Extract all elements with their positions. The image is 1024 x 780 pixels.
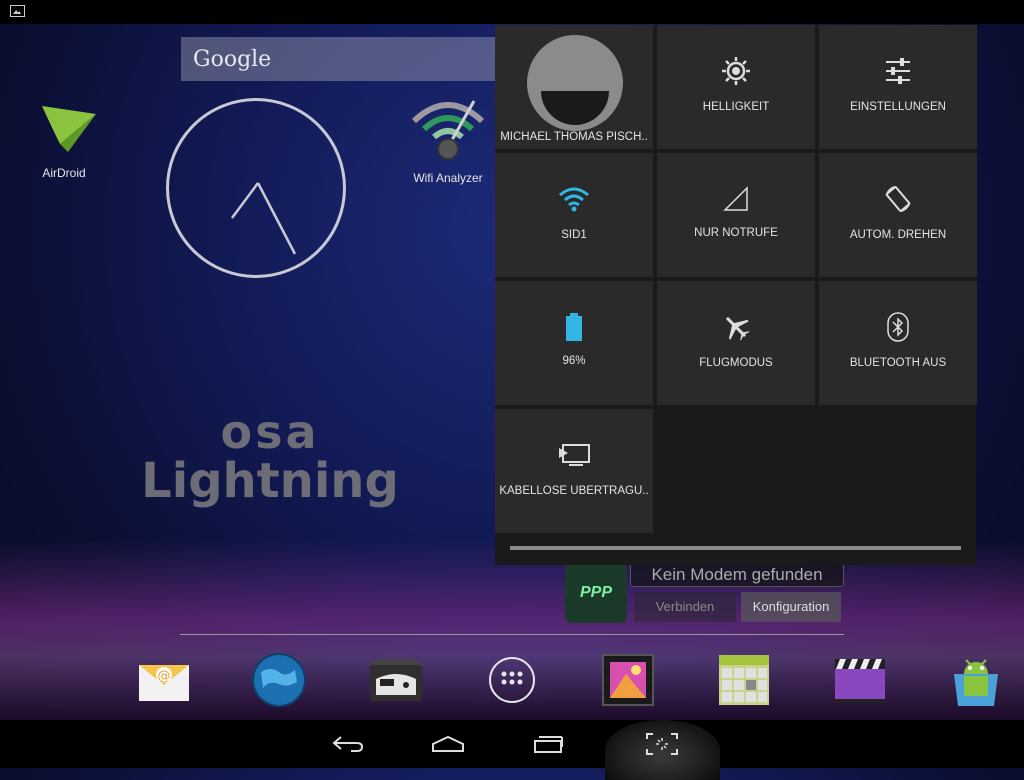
wallpaper-logo-line2: Lightning xyxy=(141,453,399,509)
cell-signal-icon xyxy=(723,186,748,211)
clapperboard-icon xyxy=(835,659,885,703)
bluetooth-off-icon xyxy=(887,312,909,342)
wallpaper-logo-line1: osa xyxy=(220,405,320,459)
screenshot-icon xyxy=(646,733,678,755)
back-arrow-icon xyxy=(332,736,364,752)
calendar-grid-icon xyxy=(719,655,769,705)
wifi-analyzer-icon xyxy=(411,100,485,160)
qs-bluetooth-label: BLUETOOTH AUS xyxy=(849,357,947,369)
android-bag-icon xyxy=(954,659,998,706)
qs-user-label: MICHAEL THOMAS PISCH.. xyxy=(500,131,648,143)
nav-screenshot-button[interactable] xyxy=(632,726,692,762)
navigation-bar xyxy=(0,720,1024,780)
qs-tile-settings[interactable]: EINSTELLUNGEN xyxy=(819,25,977,149)
qs-drag-handle[interactable] xyxy=(510,546,961,550)
dock-browser-app[interactable] xyxy=(251,652,307,708)
nav-recents-button[interactable] xyxy=(518,726,578,762)
pirate-android-icon xyxy=(370,659,422,701)
email-icon: @ xyxy=(139,665,189,701)
dock-gallery-app[interactable] xyxy=(600,652,656,708)
dock-video-app[interactable] xyxy=(832,652,888,708)
dock-app-drawer-button[interactable] xyxy=(484,652,540,708)
qs-tile-bluetooth[interactable]: BLUETOOTH AUS xyxy=(819,281,977,405)
qs-tile-battery[interactable]: 96% xyxy=(495,281,653,405)
wifi-analyzer-label: Wifi Analyzer xyxy=(413,171,483,185)
qs-tile-signal[interactable]: NUR NOTRUFE xyxy=(657,153,815,277)
airdroid-app[interactable]: AirDroid xyxy=(9,100,119,180)
image-notification-icon[interactable] xyxy=(10,5,25,17)
dock-email-app[interactable]: @ xyxy=(136,652,192,708)
nav-home-button[interactable] xyxy=(418,726,478,762)
globe-icon xyxy=(252,653,306,707)
clock-hands-icon xyxy=(230,182,297,255)
qs-tile-wifi[interactable]: SID1 xyxy=(495,153,653,277)
ppp-widget-icon[interactable]: PPP xyxy=(565,563,627,623)
home-icon xyxy=(432,735,464,752)
qs-tile-airplane[interactable]: FLUGMODUS xyxy=(657,281,815,405)
dock-divider xyxy=(180,634,844,635)
ppp-status-text: Kein Modem gefunden xyxy=(630,563,844,587)
wireless-display-icon xyxy=(559,444,590,466)
qs-cast-label: KABELLOSE ÜBERTRAGU.. xyxy=(499,485,649,497)
dock-android-market-app[interactable] xyxy=(948,652,1004,708)
airdroid-label: AirDroid xyxy=(42,166,86,180)
recent-apps-icon xyxy=(534,736,563,753)
ppp-icon-text: PPP xyxy=(579,584,612,601)
brightness-icon xyxy=(722,57,750,85)
ppp-config-button[interactable]: Konfiguration xyxy=(741,592,841,622)
wifi-icon xyxy=(559,187,589,212)
google-search-bar[interactable]: Google xyxy=(181,37,501,81)
battery-icon xyxy=(566,313,582,341)
google-search-label: Google xyxy=(193,46,272,72)
qs-tile-brightness[interactable]: HELLIGKEIT xyxy=(657,25,815,149)
qs-brightness-label: HELLIGKEIT xyxy=(702,101,770,113)
dock-rom-toolbox-app[interactable] xyxy=(368,652,424,708)
qs-tile-rotate[interactable]: AUTOM. DREHEN xyxy=(819,153,977,277)
svg-text:@: @ xyxy=(158,669,171,684)
airplane-icon xyxy=(726,317,750,341)
qs-battery-label: 96% xyxy=(562,355,586,367)
qs-tile-cast[interactable]: KABELLOSE ÜBERTRAGU.. xyxy=(495,409,653,533)
qs-wifi-label: SID1 xyxy=(561,229,587,241)
dock-calendar-app[interactable] xyxy=(716,652,772,708)
settings-sliders-icon xyxy=(886,58,910,84)
nav-back-button[interactable] xyxy=(318,726,378,762)
gallery-icon xyxy=(602,654,654,706)
qs-rotate-label: AUTOM. DREHEN xyxy=(849,229,947,241)
user-avatar-icon xyxy=(527,35,623,131)
ppp-connect-button[interactable]: Verbinden xyxy=(634,592,736,622)
app-drawer-icon xyxy=(489,657,535,703)
qs-airplane-label: FLUGMODUS xyxy=(699,357,773,369)
qs-signal-label: NUR NOTRUFE xyxy=(694,227,778,239)
qs-settings-label: EINSTELLUNGEN xyxy=(850,101,946,113)
qs-tile-user[interactable]: MICHAEL THOMAS PISCH.. xyxy=(495,25,653,149)
analog-clock-widget[interactable] xyxy=(166,98,346,278)
wallpaper-logo-text: osa Lightning xyxy=(140,405,400,509)
airdroid-icon xyxy=(42,106,96,152)
quick-settings-panel: MICHAEL THOMAS PISCH.. HELLIGKEIT EINSTE… xyxy=(495,25,977,565)
wifi-analyzer-app[interactable]: Wifi Analyzer xyxy=(393,95,503,185)
status-bar[interactable] xyxy=(0,0,1024,24)
auto-rotate-icon xyxy=(885,186,911,212)
